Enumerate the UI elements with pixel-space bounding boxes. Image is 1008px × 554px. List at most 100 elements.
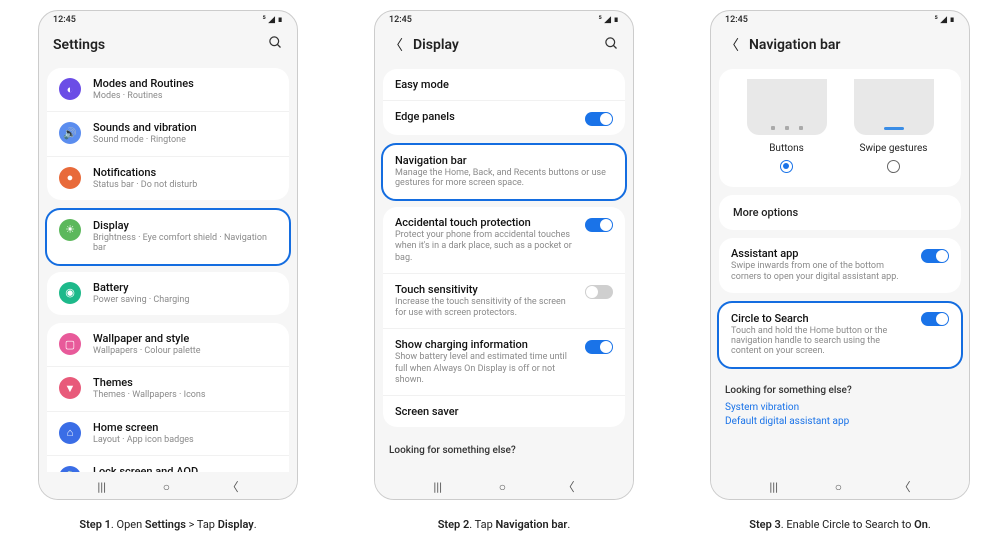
row-label: Navigation bar [395, 154, 613, 167]
header: 〈 Navigation bar [711, 27, 969, 65]
search-icon[interactable] [268, 35, 283, 54]
themes-icon: ▼ [59, 377, 81, 399]
nav-group: Assistant app Swipe inwards from one of … [719, 238, 961, 293]
nav-back-icon[interactable]: 〈 [227, 478, 239, 495]
row-circle-to-search-highlighted[interactable]: Circle to Search Touch and hold the Home… [717, 301, 963, 369]
accidental-touch-toggle[interactable] [585, 218, 613, 232]
row-label: Easy mode [395, 78, 613, 91]
circle-to-search-toggle[interactable] [921, 312, 949, 326]
row-sub: Wallpapers · Colour palette [93, 346, 277, 357]
row-label: Touch sensitivity [395, 283, 577, 296]
nav-option-label: Swipe gestures [854, 143, 934, 154]
edge-panels-toggle[interactable] [585, 112, 613, 126]
row-edge-panels[interactable]: Edge panels [383, 101, 625, 135]
status-icons: ⁵ ◢ ∎ [935, 15, 955, 25]
nav-home-icon[interactable]: ○ [499, 480, 506, 494]
caption-step-1: Step 1. Open Settings > Tap Display. [79, 518, 256, 531]
row-sub: Manage the Home, Back, and Recents butto… [395, 168, 613, 188]
nav-option-buttons[interactable]: Buttons [747, 79, 827, 173]
status-bar: 12:45 ⁵ ◢ ∎ [711, 11, 969, 27]
nav-home-icon[interactable]: ○ [835, 480, 842, 494]
header: Settings [39, 27, 297, 64]
row-sounds[interactable]: 🔊 Sounds and vibration Sound mode · Ring… [47, 112, 289, 156]
row-more-options[interactable]: More options [719, 195, 961, 230]
row-notifications[interactable]: ● Notifications Status bar · Do not dist… [47, 157, 289, 200]
phone-screen-3: 12:45 ⁵ ◢ ∎ 〈 Navigation bar Buttons Swi… [710, 10, 970, 500]
nav-preview-buttons [747, 79, 827, 135]
nav-preview-swipe [854, 79, 934, 135]
nav-option-swipe[interactable]: Swipe gestures [854, 79, 934, 173]
row-accidental-touch[interactable]: Accidental touch protection Protect your… [383, 207, 625, 274]
page-title: Navigation bar [749, 37, 955, 53]
row-label: Display [93, 219, 277, 232]
row-battery[interactable]: ◉ Battery Power saving · Charging [47, 272, 289, 315]
row-easy-mode[interactable]: Easy mode [383, 69, 625, 101]
back-icon[interactable]: 〈 [725, 35, 739, 55]
charging-info-toggle[interactable] [585, 340, 613, 354]
search-icon[interactable] [604, 36, 619, 55]
nav-back-icon[interactable]: 〈 [899, 478, 911, 495]
caption-step-3: Step 3. Enable Circle to Search to On. [749, 518, 931, 531]
radio-buttons[interactable] [780, 160, 793, 173]
back-icon[interactable]: 〈 [389, 35, 403, 55]
header: 〈 Display [375, 27, 633, 65]
row-sub: Status bar · Do not disturb [93, 180, 277, 191]
nav-recents-icon[interactable]: ||| [433, 480, 442, 494]
wallpaper-icon: ▢ [59, 333, 81, 355]
row-wallpaper[interactable]: ▢ Wallpaper and style Wallpapers · Colou… [47, 323, 289, 367]
row-label: Notifications [93, 166, 277, 179]
row-screen-saver[interactable]: Screen saver [383, 396, 625, 427]
settings-group-1: ◐ Modes and Routines Modes · Routines 🔊 … [47, 68, 289, 200]
row-label: Show charging information [395, 338, 577, 351]
nav-recents-icon[interactable]: ||| [97, 480, 106, 494]
row-label: Home screen [93, 421, 277, 434]
assistant-app-toggle[interactable] [921, 249, 949, 263]
row-sub: Protect your phone from accidental touch… [395, 230, 577, 264]
row-charging-info[interactable]: Show charging information Show battery l… [383, 329, 625, 396]
row-modes[interactable]: ◐ Modes and Routines Modes · Routines [47, 68, 289, 112]
phone-screen-1: 12:45 ⁵ ◢ ∎ Settings ◐ Modes and Routine… [38, 10, 298, 500]
row-label: Edge panels [395, 110, 577, 123]
status-bar: 12:45 ⁵ ◢ ∎ [375, 11, 633, 27]
page-title: Display [413, 37, 604, 53]
battery-icon: ◉ [59, 282, 81, 304]
touch-sensitivity-toggle[interactable] [585, 285, 613, 299]
row-sub: Layout · App icon badges [93, 435, 277, 446]
nav-back-icon[interactable]: 〈 [563, 478, 575, 495]
row-sub: Themes · Wallpapers · Icons [93, 390, 277, 401]
nav-home-icon[interactable]: ○ [163, 480, 170, 494]
android-navbar: ||| ○ 〈 [375, 472, 633, 499]
notifications-icon: ● [59, 167, 81, 189]
link-system-vibration[interactable]: System vibration [725, 402, 955, 413]
row-assistant-app[interactable]: Assistant app Swipe inwards from one of … [719, 238, 961, 293]
status-bar: 12:45 ⁵ ◢ ∎ [39, 11, 297, 27]
display-icon: ☀ [59, 219, 81, 241]
row-sub: Modes · Routines [93, 91, 277, 102]
row-sub: Swipe inwards from one of the bottom cor… [731, 261, 913, 284]
status-time: 12:45 [389, 15, 412, 25]
row-sub: Brightness · Eye comfort shield · Naviga… [93, 233, 277, 253]
footer-question: Looking for something else? [389, 445, 619, 456]
looking-for-else: Looking for something else? [375, 435, 633, 468]
row-lock[interactable]: 🔒 Lock screen and AOD Screen lock type ·… [47, 456, 289, 472]
row-home[interactable]: ⌂ Home screen Layout · App icon badges [47, 412, 289, 456]
link-default-assistant[interactable]: Default digital assistant app [725, 416, 955, 427]
sounds-icon: 🔊 [59, 122, 81, 144]
row-sub: Sound mode · Ringtone [93, 135, 277, 146]
status-icons: ⁵ ◢ ∎ [599, 15, 619, 25]
caption-step-2: Step 2. Tap Navigation bar. [438, 518, 571, 531]
modes-icon: ◐ [59, 78, 81, 100]
row-themes[interactable]: ▼ Themes Themes · Wallpapers · Icons [47, 367, 289, 411]
footer-question: Looking for something else? [725, 385, 955, 396]
row-display-highlighted[interactable]: ☀ Display Brightness · Eye comfort shiel… [45, 208, 291, 266]
row-label: Screen saver [395, 405, 613, 418]
display-group-1: Easy mode Edge panels [383, 69, 625, 135]
row-sub: Touch and hold the Home button or the na… [731, 326, 911, 356]
radio-swipe[interactable] [887, 160, 900, 173]
nav-recents-icon[interactable]: ||| [769, 480, 778, 494]
row-navigation-bar-highlighted[interactable]: Navigation bar Manage the Home, Back, an… [381, 143, 627, 201]
row-touch-sensitivity[interactable]: Touch sensitivity Increase the touch sen… [383, 274, 625, 330]
row-label: Battery [93, 281, 277, 294]
row-label: Accidental touch protection [395, 216, 577, 229]
row-label: More options [733, 206, 798, 219]
